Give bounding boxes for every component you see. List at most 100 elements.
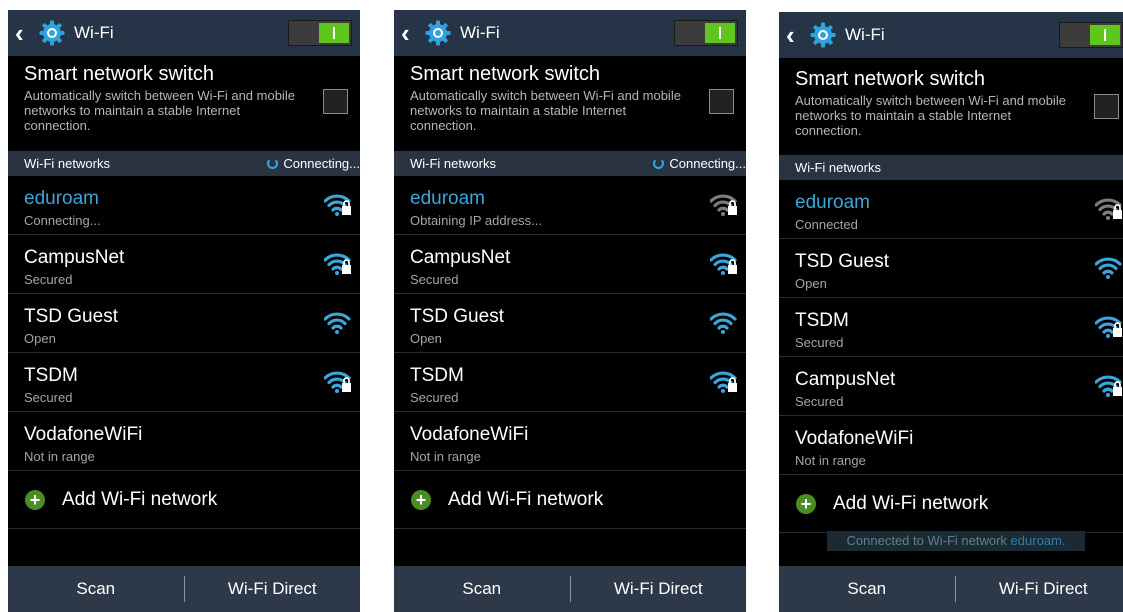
network-status: Obtaining IP address...	[410, 213, 543, 228]
toast-message: Connected to Wi-Fi network eduroam.	[827, 531, 1085, 551]
chevron-left-icon[interactable]: ‹	[401, 10, 417, 56]
toggle-knob	[705, 23, 735, 43]
scan-button[interactable]: Scan	[8, 566, 184, 612]
network-status: Secured	[795, 394, 844, 409]
network-status: Not in range	[24, 449, 95, 464]
network-list: eduroam Obtaining IP address... CampusNet S…	[394, 176, 746, 529]
page-title: Wi-Fi	[460, 23, 500, 42]
network-name: eduroam	[24, 188, 99, 209]
network-item-tsdm[interactable]: TSDM Secured	[779, 298, 1123, 357]
network-item-tsd-guest[interactable]: TSD Guest Open	[394, 294, 746, 353]
wifi-toggle[interactable]	[674, 20, 738, 46]
wifi-direct-button[interactable]: Wi-Fi Direct	[185, 566, 361, 612]
network-name: VodafoneWiFi	[24, 424, 143, 445]
spinner-icon	[653, 158, 665, 169]
network-status: Secured	[410, 272, 459, 287]
smart-switch-title: Smart network switch	[795, 68, 986, 90]
chevron-left-icon[interactable]: ‹	[786, 12, 802, 58]
network-item-tsd-guest[interactable]: TSD Guest Open	[779, 239, 1123, 298]
network-item-eduroam[interactable]: eduroam Connected	[779, 180, 1123, 239]
gear-icon[interactable]	[808, 20, 838, 50]
connection-status-text: Connecting...	[283, 156, 360, 171]
bottom-bar: Scan Wi-Fi Direct	[8, 566, 360, 612]
gear-icon[interactable]	[37, 18, 67, 48]
smart-switch-description: Automatically switch between Wi-Fi and m…	[410, 88, 681, 133]
network-item-campusnet[interactable]: CampusNet Secured	[394, 235, 746, 294]
smart-network-switch[interactable]: Smart network switch Automatically switc…	[410, 62, 690, 133]
wifi-screen-connecting: ‹ Wi-Fi Smart network switch Automatical…	[8, 10, 360, 612]
smart-switch-checkbox[interactable]	[709, 89, 734, 114]
connection-status: Connecting...	[267, 151, 360, 176]
network-name: TSDM	[795, 310, 849, 331]
network-status: Secured	[24, 272, 73, 287]
smart-switch-description: Automatically switch between Wi-Fi and m…	[795, 93, 1066, 138]
wifi-locked-icon	[709, 252, 738, 276]
smart-switch-checkbox[interactable]	[1094, 94, 1119, 119]
add-wifi-network[interactable]: + Add Wi-Fi network	[779, 475, 1123, 533]
network-item-vodafonewifi[interactable]: VodafoneWiFi Not in range	[8, 412, 360, 471]
network-item-tsd-guest[interactable]: TSD Guest Open	[8, 294, 360, 353]
add-network-label: Add Wi-Fi network	[833, 492, 989, 514]
section-label: Wi-Fi networks	[24, 156, 110, 171]
network-item-vodafonewifi[interactable]: VodafoneWiFi Not in range	[779, 416, 1123, 475]
section-header: Wi-Fi networks Connecting...	[8, 151, 360, 176]
network-item-tsdm[interactable]: TSDM Secured	[8, 353, 360, 412]
wifi-locked-icon	[323, 370, 352, 394]
bottom-bar: Scan Wi-Fi Direct	[779, 566, 1123, 612]
chevron-left-icon[interactable]: ‹	[15, 10, 31, 56]
wifi-toggle[interactable]	[288, 20, 352, 46]
network-name: VodafoneWiFi	[410, 424, 529, 445]
network-name: CampusNet	[795, 369, 896, 390]
wifi-locked-icon	[1094, 197, 1123, 221]
smart-switch-description: Automatically switch between Wi-Fi and m…	[24, 88, 295, 133]
wifi-locked-icon	[1094, 374, 1123, 398]
network-status: Open	[795, 276, 827, 291]
network-status: Secured	[795, 335, 844, 350]
wifi-direct-button[interactable]: Wi-Fi Direct	[571, 566, 747, 612]
scan-button[interactable]: Scan	[779, 566, 955, 612]
scan-button[interactable]: Scan	[394, 566, 570, 612]
toggle-knob	[1090, 25, 1120, 45]
network-item-tsdm[interactable]: TSDM Secured	[394, 353, 746, 412]
add-network-label: Add Wi-Fi network	[62, 488, 218, 510]
network-item-eduroam[interactable]: eduroam Connecting...	[8, 176, 360, 235]
wifi-icon	[323, 311, 352, 335]
action-bar: ‹ Wi-Fi	[779, 12, 1123, 58]
smart-switch-title: Smart network switch	[410, 63, 601, 85]
gear-icon[interactable]	[423, 18, 453, 48]
network-item-campusnet[interactable]: CampusNet Secured	[779, 357, 1123, 416]
smart-switch-checkbox[interactable]	[323, 89, 348, 114]
toast-network-name: eduroam.	[1010, 533, 1066, 548]
network-item-eduroam[interactable]: eduroam Obtaining IP address...	[394, 176, 746, 235]
network-name: TSD Guest	[410, 306, 504, 327]
plus-icon: +	[411, 489, 431, 510]
network-list: eduroam Connecting... CampusNet Secured TSD …	[8, 176, 360, 529]
wifi-screen-connected: ‹ Wi-Fi Smart network switch Automatical…	[779, 12, 1123, 612]
page-title: Wi-Fi	[845, 25, 885, 44]
page-title: Wi-Fi	[74, 23, 114, 42]
toast-text: Connected to Wi-Fi network	[846, 533, 1011, 548]
smart-network-switch[interactable]: Smart network switch Automatically switc…	[795, 67, 1075, 138]
section-header: Wi-Fi networks	[779, 155, 1123, 180]
network-name: VodafoneWiFi	[795, 428, 914, 449]
wifi-icon	[709, 311, 738, 335]
network-status: Not in range	[795, 453, 866, 468]
network-item-vodafonewifi[interactable]: VodafoneWiFi Not in range	[394, 412, 746, 471]
wifi-toggle[interactable]	[1059, 22, 1123, 48]
add-wifi-network[interactable]: + Add Wi-Fi network	[394, 471, 746, 529]
network-item-campusnet[interactable]: CampusNet Secured	[8, 235, 360, 294]
wifi-direct-button[interactable]: Wi-Fi Direct	[956, 566, 1123, 612]
network-name: TSDM	[24, 365, 78, 386]
wifi-locked-icon	[1094, 315, 1123, 339]
smart-switch-title: Smart network switch	[24, 63, 215, 85]
network-status: Open	[410, 331, 442, 346]
add-wifi-network[interactable]: + Add Wi-Fi network	[8, 471, 360, 529]
section-label: Wi-Fi networks	[410, 156, 496, 171]
network-name: eduroam	[410, 188, 485, 209]
network-name: TSD Guest	[24, 306, 118, 327]
section-header: Wi-Fi networks Connecting...	[394, 151, 746, 176]
network-name: CampusNet	[410, 247, 511, 268]
add-network-label: Add Wi-Fi network	[448, 488, 604, 510]
network-status: Open	[24, 331, 56, 346]
smart-network-switch[interactable]: Smart network switch Automatically switc…	[24, 62, 304, 133]
